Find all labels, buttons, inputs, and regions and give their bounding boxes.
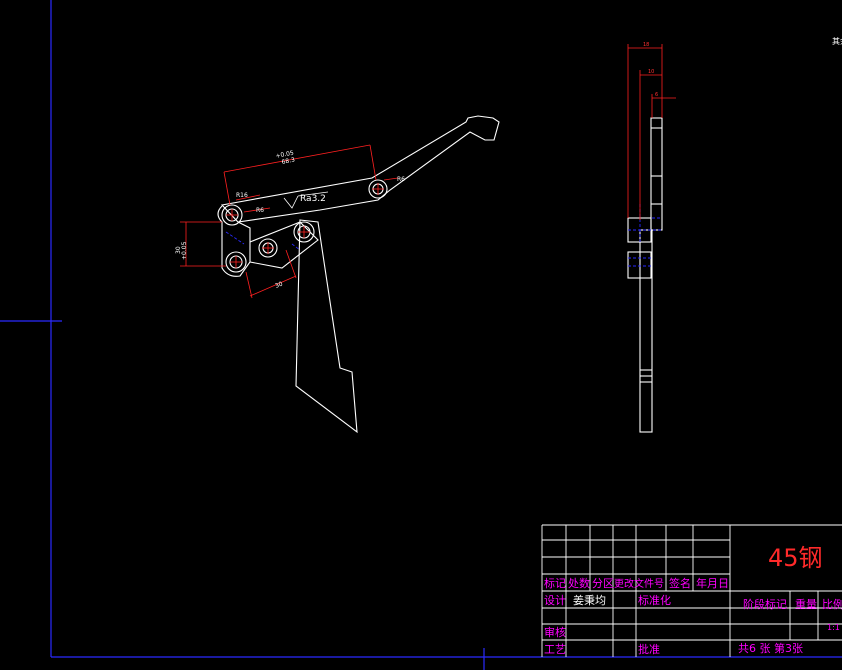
dim-r-inner: R6: [256, 207, 264, 214]
middle-link-outline: [249, 221, 319, 269]
approve-label: 批准: [638, 642, 660, 656]
side-view: [627, 117, 663, 433]
front-dimensions: [180, 144, 399, 299]
header-sign: 签名: [669, 576, 691, 590]
designer-name: 姜秉均: [573, 593, 606, 607]
weight-label: 重量: [795, 597, 817, 611]
top-right-label: 其余: [832, 36, 842, 46]
header-count: 处数: [568, 577, 590, 590]
scale-value: 1:1: [827, 623, 840, 632]
cad-drawing-canvas: +0.05 68.3 R16 R6 Ra3.2 R6 30 +0.05 30 1…: [0, 0, 842, 670]
drawing-frame: [0, 0, 842, 670]
dim-left-vertical-tol: +0.05: [181, 241, 188, 260]
dim-side-mid: 10: [648, 69, 654, 75]
header-change-doc: 更改文件号: [614, 577, 664, 590]
process-label: 工艺: [544, 643, 566, 656]
side-view-hidden: [628, 204, 662, 267]
material-text: 45钢: [768, 544, 823, 572]
sheet-info: 共6 张 第3张: [738, 641, 803, 655]
dim-top-value: 68.3: [281, 157, 296, 166]
dim-r-right: R6: [397, 176, 405, 183]
header-date: 年月日: [696, 576, 729, 590]
front-view: [217, 115, 500, 434]
dim-roughness: Ra3.2: [300, 194, 326, 204]
header-zone: 分区: [592, 577, 614, 590]
dim-r-left: R16: [236, 192, 248, 199]
design-label: 设计: [544, 594, 566, 607]
standardize-label: 标准化: [638, 593, 671, 607]
review-label: 审核: [544, 625, 566, 639]
dim-side-small: 6: [655, 92, 658, 98]
header-mark: 标记: [544, 576, 566, 590]
dim-side-top: 18: [643, 42, 649, 48]
stage-label: 阶段标记: [743, 597, 787, 611]
lower-jaw-outline: [295, 219, 358, 434]
scale-label: 比例: [822, 597, 842, 611]
